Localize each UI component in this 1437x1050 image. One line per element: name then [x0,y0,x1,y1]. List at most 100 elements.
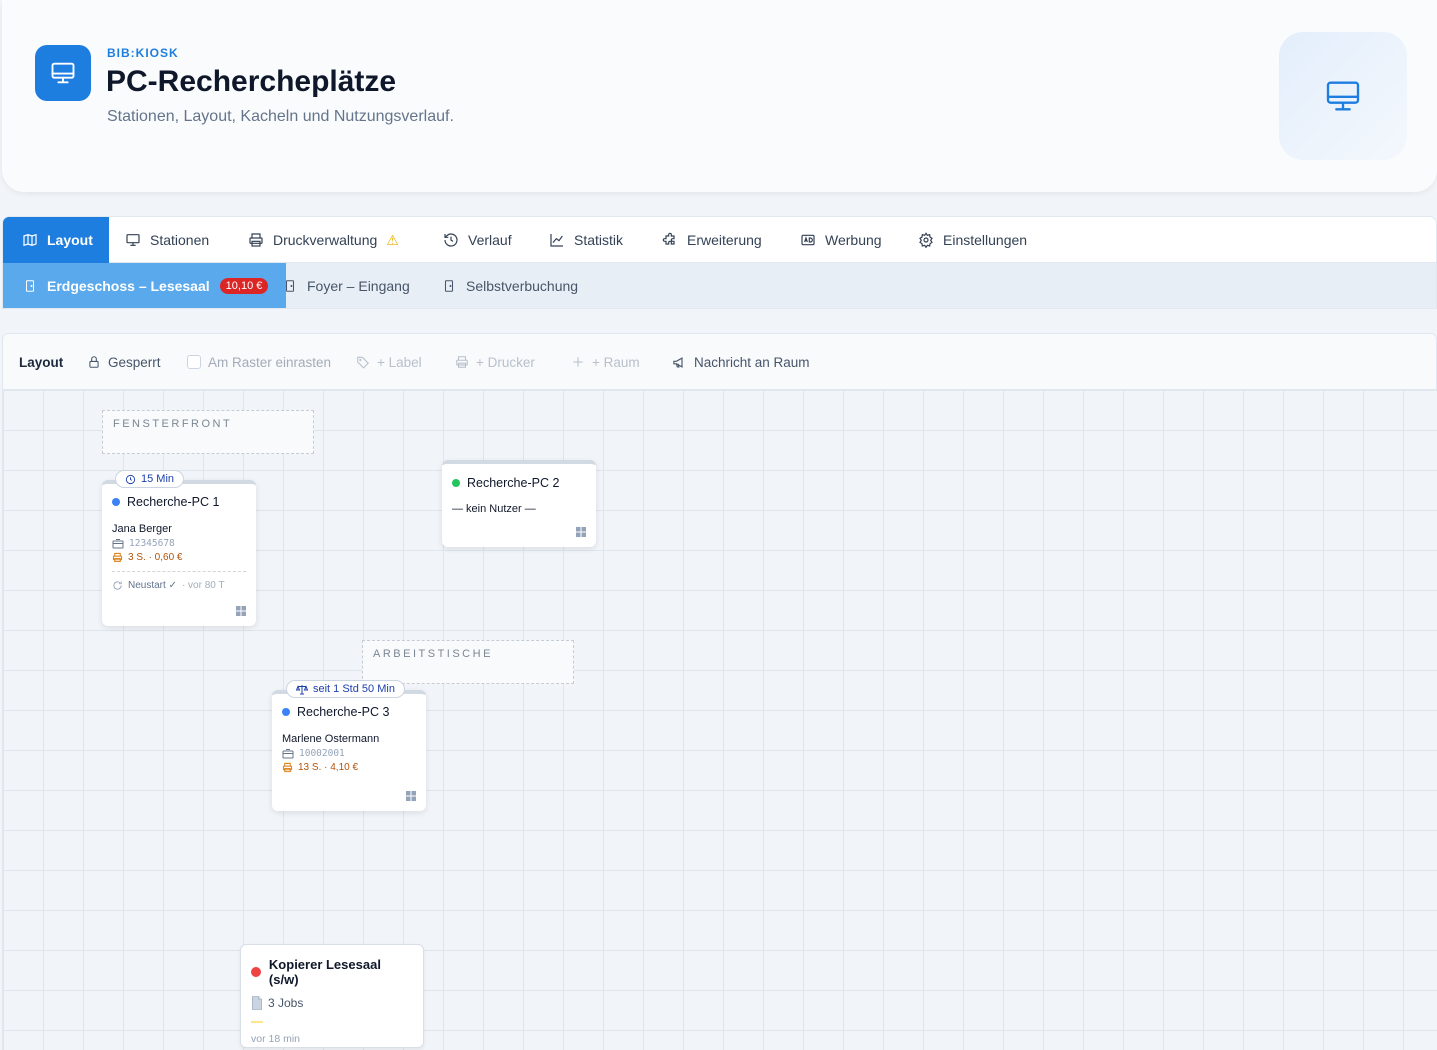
add-printer-button[interactable]: + Drucker [455,334,535,390]
door-icon [25,279,35,292]
tab-label: Statistik [574,232,624,248]
checkbox[interactable] [187,355,201,369]
session-timer-pill: seit 1 Std 50 Min [286,680,405,698]
status-dot [452,479,460,487]
pill-label: seit 1 Std 50 Min [313,683,395,695]
tag-icon [357,356,369,369]
page-title: PC-Rechercheplätze [106,65,397,98]
clock-icon [125,474,136,484]
snap-label: Am Raster einrasten [208,354,332,370]
restart-age: · vor 80 T [181,580,225,591]
printer-card[interactable]: Kopierer Lesesaal (s/w) 3 Jobs vor 18 mi… [240,944,424,1048]
tab-label: Verlauf [468,232,512,248]
print-usage: 3 S. · 0,60 € [128,552,183,563]
restart-status: Neustart ✓ [128,580,177,591]
zone-arbeitstische[interactable]: ARBEITSTISCHE [362,640,574,684]
status-dot [282,708,290,716]
lock-button[interactable]: Gesperrt [87,334,161,390]
message-room-button[interactable]: Nachricht an Raum [672,334,810,390]
layout-toolbar: Layout Gesperrt Am Raster einrasten + La… [2,333,1437,390]
warning-icon: ⚠ [386,231,399,248]
tab-einstellungen[interactable]: Einstellungen [918,217,1027,263]
room-tabs: Erdgeschoss – Lesesaal 10,10 € Foyer – E… [2,263,1437,309]
tab-label: Stationen [150,232,210,248]
tab-verlauf[interactable]: Verlauf [443,217,512,263]
add-label-button[interactable]: + Label [356,334,422,390]
tab-layout[interactable]: Layout [3,217,109,263]
station-name: Recherche-PC 3 [297,705,390,719]
library-card-id: 12345678 [129,538,175,549]
zone-label: FENSTERFRONT [113,418,233,430]
tab-label: Druckverwaltung [273,232,378,248]
room-tab-label: Erdgeschoss – Lesesaal [47,277,210,294]
id-card-icon [112,538,124,548]
station-user: Marlene Ostermann [282,733,380,745]
station-name: Recherche-PC 1 [127,495,220,509]
status-dot [251,967,261,977]
printer-icon [249,233,263,247]
station-card[interactable]: 15 Min Recherche-PC 1 Jana Berger 123456… [102,470,256,626]
station-user: Jana Berger [112,523,172,535]
ad-icon [801,234,815,246]
tab-statistik[interactable]: Statistik [549,217,623,263]
tab-stationen[interactable]: Stationen [125,217,209,263]
balance-badge: 10,10 € [219,277,269,294]
room-tab-label: Foyer – Eingang [307,277,410,294]
door-icon [444,279,454,292]
tab-label: Layout [47,232,93,248]
tab-druckverwaltung[interactable]: Druckverwaltung ⚠ [248,217,399,263]
restart-icon [113,581,122,590]
tab-label: Erweiterung [687,232,762,248]
windows-icon [576,527,586,537]
megaphone-icon [673,356,683,368]
station-card[interactable]: Recherche-PC 2 — kein Nutzer — [442,460,596,547]
id-card-icon [282,748,294,758]
map-icon [23,233,37,247]
printer-icon [282,762,293,773]
monitor-icon [35,45,91,101]
session-timer-pill: 15 Min [115,470,185,488]
windows-icon [236,606,246,616]
no-user-label: — kein Nutzer — [452,503,536,515]
pill-label: 15 Min [141,473,175,485]
add-room-text: + Raum [592,354,640,370]
divider [112,571,246,572]
status-dot [112,498,120,506]
chart-icon [550,234,563,247]
station-card[interactable]: seit 1 Std 50 Min Recherche-PC 3 Marlene… [272,680,426,811]
tab-erweiterung[interactable]: Erweiterung [662,217,762,263]
app-kicker: BIB:KIOSK [107,46,179,60]
room-tab-lesesaal[interactable]: Erdgeschoss – Lesesaal 10,10 € [3,263,287,308]
message-room-label: Nachricht an Raum [694,354,810,370]
page-header: BIB:KIOSK PC-Rechercheplätze Stationen, … [2,0,1437,192]
room-tab-selbstverbuchung[interactable]: Selbstverbuchung [442,263,578,308]
printer-updated: vor 18 min [251,1033,301,1045]
room-tab-foyer[interactable]: Foyer – Eingang [283,263,410,308]
station-name: Recherche-PC 2 [467,476,560,490]
lock-icon [89,356,99,368]
page-subtitle: Stationen, Layout, Kacheln und Nutzungsv… [107,108,454,125]
zone-fensterfront[interactable]: FENSTERFRONT [102,410,314,454]
history-icon [444,233,458,247]
puzzle-icon [662,232,675,245]
printer-icon [112,552,123,563]
plus-icon [573,357,583,367]
door-icon [285,279,295,292]
add-printer-text: + Drucker [476,354,535,370]
tab-werbung[interactable]: Werbung [800,217,882,263]
main-tabs: Layout Stationen Druckverwaltung ⚠ Verla… [2,216,1437,263]
add-room-button[interactable]: + Raum [571,334,640,390]
tab-label: Einstellungen [943,232,1028,248]
toolbar-title: Layout [19,354,64,370]
lock-label: Gesperrt [108,354,161,370]
library-card-id: 10002001 [299,748,345,759]
printer-name: Kopierer Lesesaal (s/w) [268,957,381,987]
gear-icon [919,232,933,248]
zone-label: ARBEITSTISCHE [373,648,493,660]
tab-label: Werbung [825,232,882,248]
print-usage: 13 S. · 4,10 € [298,762,359,773]
scale-icon [296,684,308,694]
snap-to-grid-checkbox[interactable]: Am Raster einrasten [187,334,331,390]
printer-jobs: 3 Jobs [268,996,304,1010]
monitor-icon [1279,32,1407,160]
